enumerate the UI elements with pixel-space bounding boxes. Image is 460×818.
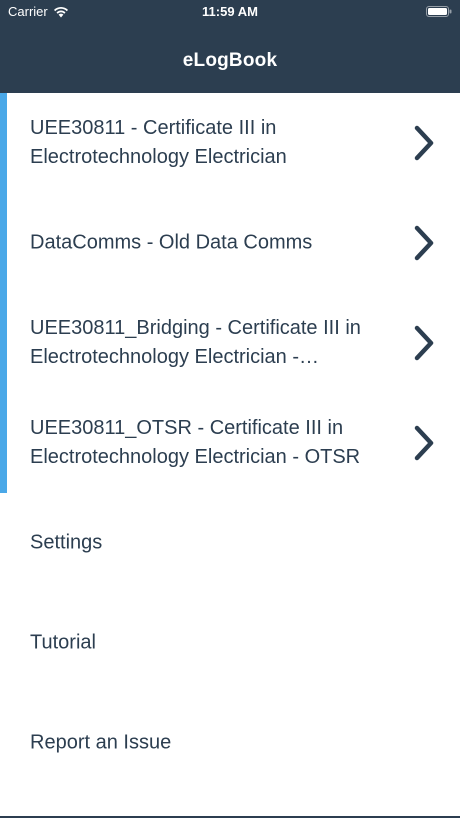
course-list: UEE30811 - Certificate III in Electrotec… [0, 93, 460, 793]
course-item-uee30811[interactable]: UEE30811 - Certificate III in Electrotec… [0, 93, 460, 193]
menu-label: Tutorial [30, 631, 96, 654]
menu-item-tutorial[interactable]: Tutorial [0, 593, 460, 693]
menu-label: Report an Issue [30, 731, 172, 754]
chevron-right-icon [414, 125, 434, 161]
chevron-right-icon [414, 225, 434, 261]
menu-item-settings[interactable]: Settings [0, 493, 460, 593]
course-item-uee30811-bridging[interactable]: UEE30811_Bridging - Certificate III in E… [0, 293, 460, 393]
menu-label: Settings [30, 531, 103, 554]
status-bar: Carrier 11:59 AM [0, 0, 460, 24]
course-label: UEE30811_Bridging - Certificate III in E… [30, 317, 361, 368]
course-item-uee30811-otsr[interactable]: UEE30811_OTSR - Certificate III in Elect… [0, 393, 460, 493]
chevron-right-icon [414, 425, 434, 461]
course-item-datacomms[interactable]: DataComms - Old Data Comms [0, 193, 460, 293]
page-title: eLogBook [182, 50, 278, 71]
course-label: UEE30811 - Certificate III in Electrotec… [30, 117, 287, 168]
app-screen: Carrier 11:59 AM eLogBook UEE30811 - Cer… [0, 0, 460, 818]
course-label: DataComms - Old Data Comms [30, 231, 313, 254]
header: Carrier 11:59 AM eLogBook [0, 0, 460, 93]
status-time: 11:59 AM [202, 4, 258, 19]
menu-item-report-issue[interactable]: Report an Issue [0, 693, 460, 793]
battery-icon [426, 6, 452, 17]
course-label: UEE30811_OTSR - Certificate III in Elect… [30, 417, 361, 468]
chevron-right-icon [414, 325, 434, 361]
